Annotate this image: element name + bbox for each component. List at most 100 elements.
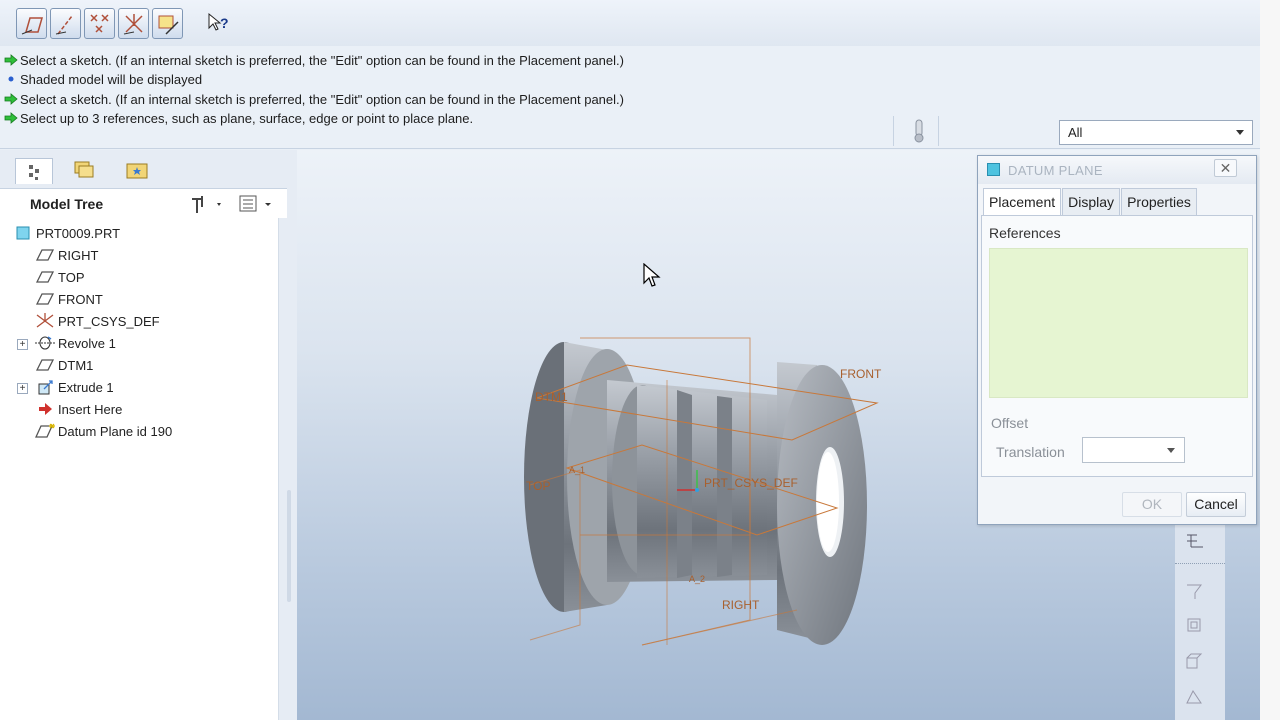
sketch-icon	[158, 15, 179, 35]
datum-plane-tool-button[interactable]	[16, 8, 47, 39]
model-tree-title: Model Tree	[30, 196, 104, 212]
svg-text:?: ?	[220, 15, 229, 31]
cancel-button[interactable]: Cancel	[1186, 492, 1246, 517]
expand-toggle[interactable]: +	[17, 339, 28, 350]
mouse-cursor-icon	[643, 262, 661, 289]
tab-favorites[interactable]	[118, 158, 156, 184]
tree-item-insert-here[interactable]: Insert Here	[34, 398, 122, 420]
tree-item-part[interactable]: PRT0009.PRT	[12, 222, 120, 244]
tree-item-label: TOP	[58, 269, 85, 285]
tree-item-top[interactable]: TOP	[34, 266, 85, 288]
tree-item-front[interactable]: FRONT	[34, 288, 103, 310]
thermometer-icon[interactable]	[910, 118, 928, 144]
tree-item-datum-plane-190[interactable]: Datum Plane id 190	[34, 420, 172, 442]
message-line: Select a sketch. (If an internal sketch …	[4, 90, 624, 108]
green-arrow-icon	[4, 111, 18, 125]
panel-splitter[interactable]	[287, 490, 291, 602]
datum-point-icon	[90, 14, 109, 33]
datum-plane-icon	[21, 17, 43, 35]
divider	[0, 148, 1260, 149]
message-text: Select a sketch. (If an internal sketch …	[20, 52, 624, 68]
ok-button[interactable]: OK	[1122, 492, 1182, 517]
tree-item-label: Extrude 1	[58, 379, 114, 395]
right-toolbar	[1175, 525, 1225, 720]
datum-plane-icon	[34, 356, 56, 374]
datum-plane-icon	[34, 290, 56, 308]
tree-columns-icon[interactable]	[239, 195, 271, 212]
extrude-icon	[34, 378, 56, 396]
divider	[938, 116, 939, 146]
tab-display[interactable]: Display	[1062, 188, 1121, 216]
dialog-title: DATUM PLANE	[1008, 163, 1103, 178]
square-icon[interactable]	[1183, 615, 1207, 637]
chevron-down-icon	[1167, 448, 1175, 453]
datum-plane-icon	[34, 268, 56, 286]
tree-item-csys[interactable]: PRT_CSYS_DEF	[34, 310, 160, 332]
info-dot-icon	[4, 72, 18, 86]
folder-stack-icon	[74, 161, 94, 178]
axis-a2-label: A_2	[689, 574, 705, 584]
part-icon	[12, 224, 34, 242]
navigator-panel: Model Tree PRT0009.PRT RIGHT TOP FRONT P…	[0, 150, 297, 720]
tree-item-label: Revolve 1	[58, 335, 116, 351]
tree-item-label: PRT_CSYS_DEF	[58, 313, 160, 329]
top-plane-label: TOP	[526, 479, 550, 493]
sketch-tool-button[interactable]	[152, 8, 183, 39]
green-arrow-icon	[4, 92, 18, 106]
references-collector[interactable]	[989, 248, 1248, 398]
datum-plane-icon	[34, 246, 56, 264]
chevron-down-icon	[1236, 130, 1244, 135]
dialog-titlebar[interactable]: DATUM PLANE ✕	[978, 156, 1256, 184]
tree-settings-icon[interactable]	[192, 196, 221, 213]
datum-plane-new-icon	[34, 422, 56, 440]
tree-item-revolve[interactable]: Revolve 1	[34, 332, 116, 354]
filter-icon[interactable]	[1183, 581, 1207, 603]
part-geometry	[524, 342, 867, 645]
csys-icon	[34, 312, 56, 330]
close-icon: ✕	[1219, 160, 1232, 176]
selection-filter-select[interactable]: All	[1059, 120, 1253, 145]
tree-item-right[interactable]: RIGHT	[34, 244, 98, 266]
revolve-icon	[34, 334, 56, 352]
sketch-toolbar: ?	[0, 0, 1260, 46]
model-tree-tools	[188, 193, 278, 215]
datum-axis-icon	[55, 15, 73, 35]
tree-item-label: FRONT	[58, 291, 103, 307]
tab-placement[interactable]: Placement	[983, 188, 1062, 216]
message-text: Select a sketch. (If an internal sketch …	[20, 91, 624, 107]
tree-item-dtm1[interactable]: DTM1	[34, 354, 93, 376]
front-plane-label: FRONT	[840, 367, 882, 381]
divider	[893, 116, 894, 146]
tab-model-tree[interactable]	[15, 158, 53, 184]
axis-a1-label: A_1	[569, 465, 585, 475]
datum-point-tool-button[interactable]	[84, 8, 115, 39]
model-tree: PRT0009.PRT RIGHT TOP FRONT PRT_CSYS_DEF…	[0, 218, 279, 720]
dtm1-plane-label: DTM1	[535, 390, 568, 404]
model-tree-header: Model Tree	[0, 188, 287, 218]
csys-tool-button[interactable]	[118, 8, 149, 39]
tree-item-label: Datum Plane id 190	[58, 423, 173, 439]
model-tree-tab-icon	[29, 165, 39, 180]
csys-label: PRT_CSYS_DEF	[704, 476, 798, 490]
selection-filter-value: All	[1068, 125, 1083, 140]
datum-axis-tool-button[interactable]	[50, 8, 81, 39]
tree-item-label: DTM1	[58, 357, 94, 373]
layers-icon[interactable]	[1183, 531, 1207, 553]
tab-folder-browser[interactable]	[66, 158, 104, 184]
context-help-button[interactable]: ?	[205, 10, 233, 38]
insert-arrow-icon	[34, 400, 56, 418]
shape-icon[interactable]	[1183, 650, 1207, 672]
help-arrow-icon: ?	[208, 12, 229, 31]
datum-plane-dialog: DATUM PLANE ✕ Placement Display Properti…	[977, 155, 1257, 525]
tree-item-label: RIGHT	[58, 247, 99, 263]
expand-toggle[interactable]: +	[17, 383, 28, 394]
tab-properties[interactable]: Properties	[1121, 188, 1197, 216]
placement-pane: References Offset Translation	[981, 215, 1253, 477]
close-button[interactable]: ✕	[1214, 159, 1237, 177]
csys-tool-icon	[123, 14, 143, 35]
translation-select[interactable]	[1082, 437, 1185, 463]
favorites-folder-icon	[126, 163, 148, 179]
message-text: Shaded model will be displayed	[20, 71, 203, 87]
tree-item-extrude[interactable]: Extrude 1	[34, 376, 114, 398]
sketch-shape-icon[interactable]	[1183, 685, 1207, 707]
